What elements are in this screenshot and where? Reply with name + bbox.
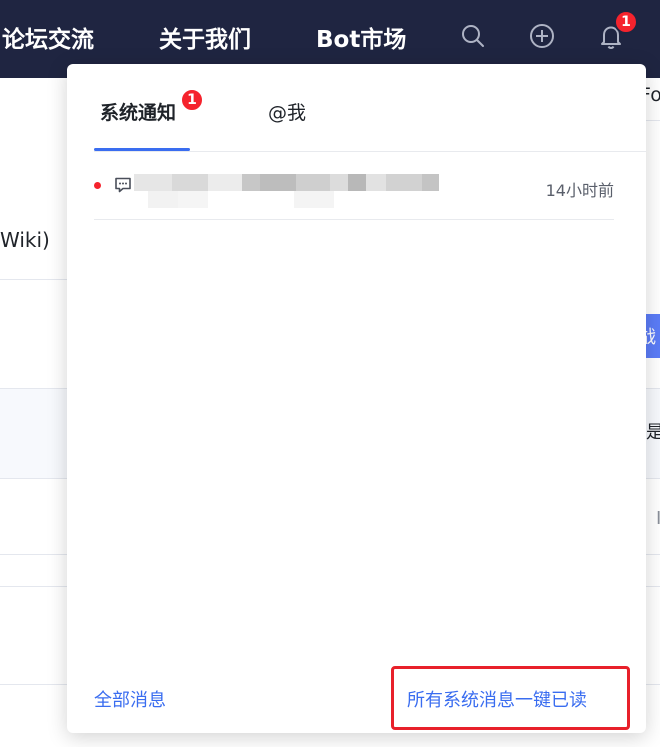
divider (94, 151, 646, 152)
notification-time: 14小时前 (545, 181, 614, 200)
highlight-annotation-box (391, 666, 630, 730)
nav-link-about[interactable]: 关于我们 (159, 20, 251, 54)
divider (646, 120, 660, 121)
nav-link-bot-market[interactable]: Bot市场 (316, 20, 406, 54)
bg-text-wiki: Wiki) (0, 228, 50, 252)
search-icon[interactable] (459, 22, 487, 50)
tab-unread-badge: 1 (180, 88, 204, 112)
divider (0, 279, 67, 280)
nav-link-forum[interactable]: 论坛交流 (2, 20, 94, 54)
message-icon (114, 176, 132, 194)
unread-dot (94, 182, 101, 189)
notification-text-redacted (134, 174, 439, 208)
all-messages-link[interactable]: 全部消息 (94, 686, 166, 712)
divider (94, 219, 614, 220)
notification-tabs: 系统通知 1 @我 (67, 64, 646, 152)
bell-badge: 1 (614, 10, 638, 34)
app-window: 论坛交流 关于我们 Bot市场 1 Wiki) Fo 战 是 I 系统通知 1 (0, 0, 660, 747)
bg-text-bar: I (656, 508, 660, 529)
tab-mentions[interactable]: @我 (268, 98, 306, 125)
plus-circle-icon[interactable] (528, 22, 556, 50)
bg-text-shi: 是 (646, 422, 660, 443)
notification-popover: 系统通知 1 @我 14小时前 全部消息 所有系统消息一键已读 (67, 64, 646, 733)
notification-item[interactable]: 14小时前 (94, 164, 614, 220)
tab-system-notifications[interactable]: 系统通知 (100, 98, 176, 125)
